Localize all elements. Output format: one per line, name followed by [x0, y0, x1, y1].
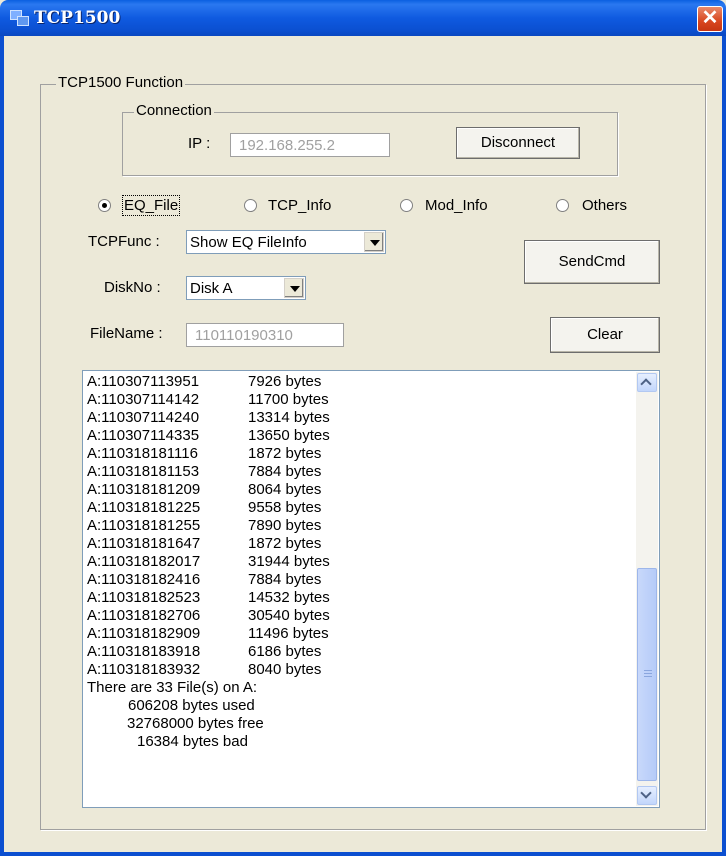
list-item[interactable]: A:110307114335 13650 bytes — [87, 427, 330, 445]
ip-label: IP : — [188, 135, 211, 152]
file-name: A:110318181255 — [87, 517, 201, 534]
file-name: A:110307114142 — [87, 391, 200, 408]
disconnect-button[interactable]: Disconnect — [456, 127, 580, 159]
file-size: 6186 bytes — [248, 643, 322, 660]
list-item[interactable]: A:110318183918 6186 bytes — [87, 643, 330, 661]
radio-others-label[interactable]: Others — [582, 197, 627, 214]
list-item[interactable]: A:110318182416 7884 bytes — [87, 571, 330, 589]
file-size: 1872 bytes — [248, 535, 322, 552]
file-name: A:110318182909 — [87, 625, 201, 642]
tcpfunc-label: TCPFunc : — [88, 233, 160, 250]
file-name: A:110318183932 — [87, 661, 201, 678]
file-size: 7884 bytes — [248, 571, 322, 588]
diskno-label: DiskNo : — [104, 279, 161, 296]
function-group-legend: TCP1500 Function — [56, 74, 186, 91]
file-size: 13314 bytes — [248, 409, 330, 426]
connection-group-legend: Connection — [134, 102, 214, 119]
file-size: 7884 bytes — [248, 463, 322, 480]
list-item[interactable]: A:110307113951 7926 bytes — [87, 373, 330, 391]
window-title: TCP1500 — [34, 8, 121, 28]
summary-file-count: There are 33 File(s) on A: — [87, 679, 258, 696]
sendcmd-button[interactable]: SendCmd — [524, 240, 660, 284]
file-name: A:110307114240 — [87, 409, 200, 426]
file-name: A:110307114335 — [87, 427, 200, 444]
vertical-scrollbar[interactable] — [636, 372, 658, 806]
list-item[interactable]: A:110318181225 9558 bytes — [87, 499, 330, 517]
scrollbar-thumb[interactable] — [637, 568, 657, 781]
file-size: 7890 bytes — [248, 517, 322, 534]
file-name: A:110318181647 — [87, 535, 201, 552]
file-name: A:110318182017 — [87, 553, 201, 570]
file-size: 14532 bytes — [248, 589, 330, 606]
file-size: 31944 bytes — [248, 553, 330, 570]
file-name: A:110318183918 — [87, 643, 201, 660]
file-size: 8040 bytes — [248, 661, 322, 678]
file-size: 11700 bytes — [248, 391, 329, 408]
list-item[interactable]: A:110318181255 7890 bytes — [87, 517, 330, 535]
file-size: 7926 bytes — [248, 373, 322, 390]
file-size: 9558 bytes — [248, 499, 322, 516]
file-name: A:110318181225 — [87, 499, 201, 516]
tcpfunc-value: Show EQ FileInfo — [190, 234, 307, 251]
radio-mod-info[interactable] — [400, 199, 413, 212]
clear-button[interactable]: Clear — [550, 317, 660, 353]
radio-eq-file[interactable] — [98, 199, 111, 212]
list-item[interactable]: A:110318183932 8040 bytes — [87, 661, 330, 679]
file-size: 13650 bytes — [248, 427, 330, 444]
list-item[interactable]: A:110307114142 11700 bytes — [87, 391, 330, 409]
radio-tcp-info[interactable] — [244, 199, 257, 212]
file-size: 30540 bytes — [248, 607, 330, 624]
close-button[interactable]: ✕ — [697, 6, 723, 32]
list-item[interactable]: A:110318181647 1872 bytes — [87, 535, 330, 553]
radio-others[interactable] — [556, 199, 569, 212]
file-size: 8064 bytes — [248, 481, 322, 498]
list-item[interactable]: A:110318182523 14532 bytes — [87, 589, 330, 607]
summary-bytes-used: 606208 bytes used — [128, 697, 255, 714]
file-name: A:110318181209 — [87, 481, 201, 498]
diskno-select[interactable]: Disk A — [186, 276, 306, 300]
network-icon — [10, 10, 29, 26]
chevron-down-icon[interactable] — [284, 278, 304, 298]
radio-tcp-info-label[interactable]: TCP_Info — [268, 197, 331, 214]
file-size: 1872 bytes — [248, 445, 322, 462]
file-name: A:110318182706 — [87, 607, 201, 624]
list-item[interactable]: A:110318181153 7884 bytes — [87, 463, 330, 481]
filename-label: FileName : — [90, 325, 163, 342]
list-item[interactable]: A:110307114240 13314 bytes — [87, 409, 330, 427]
filename-field[interactable]: 110110190310 — [186, 323, 344, 347]
file-name: A:110318181116 — [87, 445, 198, 462]
file-name: A:110318182416 — [87, 571, 201, 588]
scroll-up-arrow-icon[interactable] — [637, 373, 657, 392]
list-item[interactable]: A:110318182017 31944 bytes — [87, 553, 330, 571]
radio-eq-file-label[interactable]: EQ_File — [121, 195, 181, 216]
file-size: 11496 bytes — [248, 625, 329, 642]
file-name: A:110318181153 — [87, 463, 200, 480]
list-item[interactable]: A:110318182909 11496 bytes — [87, 625, 330, 643]
chevron-down-icon[interactable] — [364, 232, 384, 252]
title-bar[interactable]: TCP1500 ✕ — [0, 0, 726, 36]
output-listbox[interactable]: A:110307113951 7926 bytes A:110307114142 1… — [82, 370, 660, 808]
scroll-down-arrow-icon[interactable] — [637, 786, 657, 805]
file-name: A:110307113951 — [87, 373, 200, 390]
diskno-value: Disk A — [190, 280, 233, 297]
radio-mod-info-label[interactable]: Mod_Info — [425, 197, 488, 214]
summary-bytes-free: 32768000 bytes free — [127, 715, 264, 732]
list-item[interactable]: A:110318182706 30540 bytes — [87, 607, 330, 625]
summary-bytes-bad: 16384 bytes bad — [137, 733, 248, 750]
ip-field[interactable]: 192.168.255.2 — [230, 133, 390, 157]
list-item[interactable]: A:110318181209 8064 bytes — [87, 481, 330, 499]
list-item[interactable]: A:110318181116 1872 bytes — [87, 445, 330, 463]
file-name: A:110318182523 — [87, 589, 201, 606]
tcpfunc-select[interactable]: Show EQ FileInfo — [186, 230, 386, 254]
